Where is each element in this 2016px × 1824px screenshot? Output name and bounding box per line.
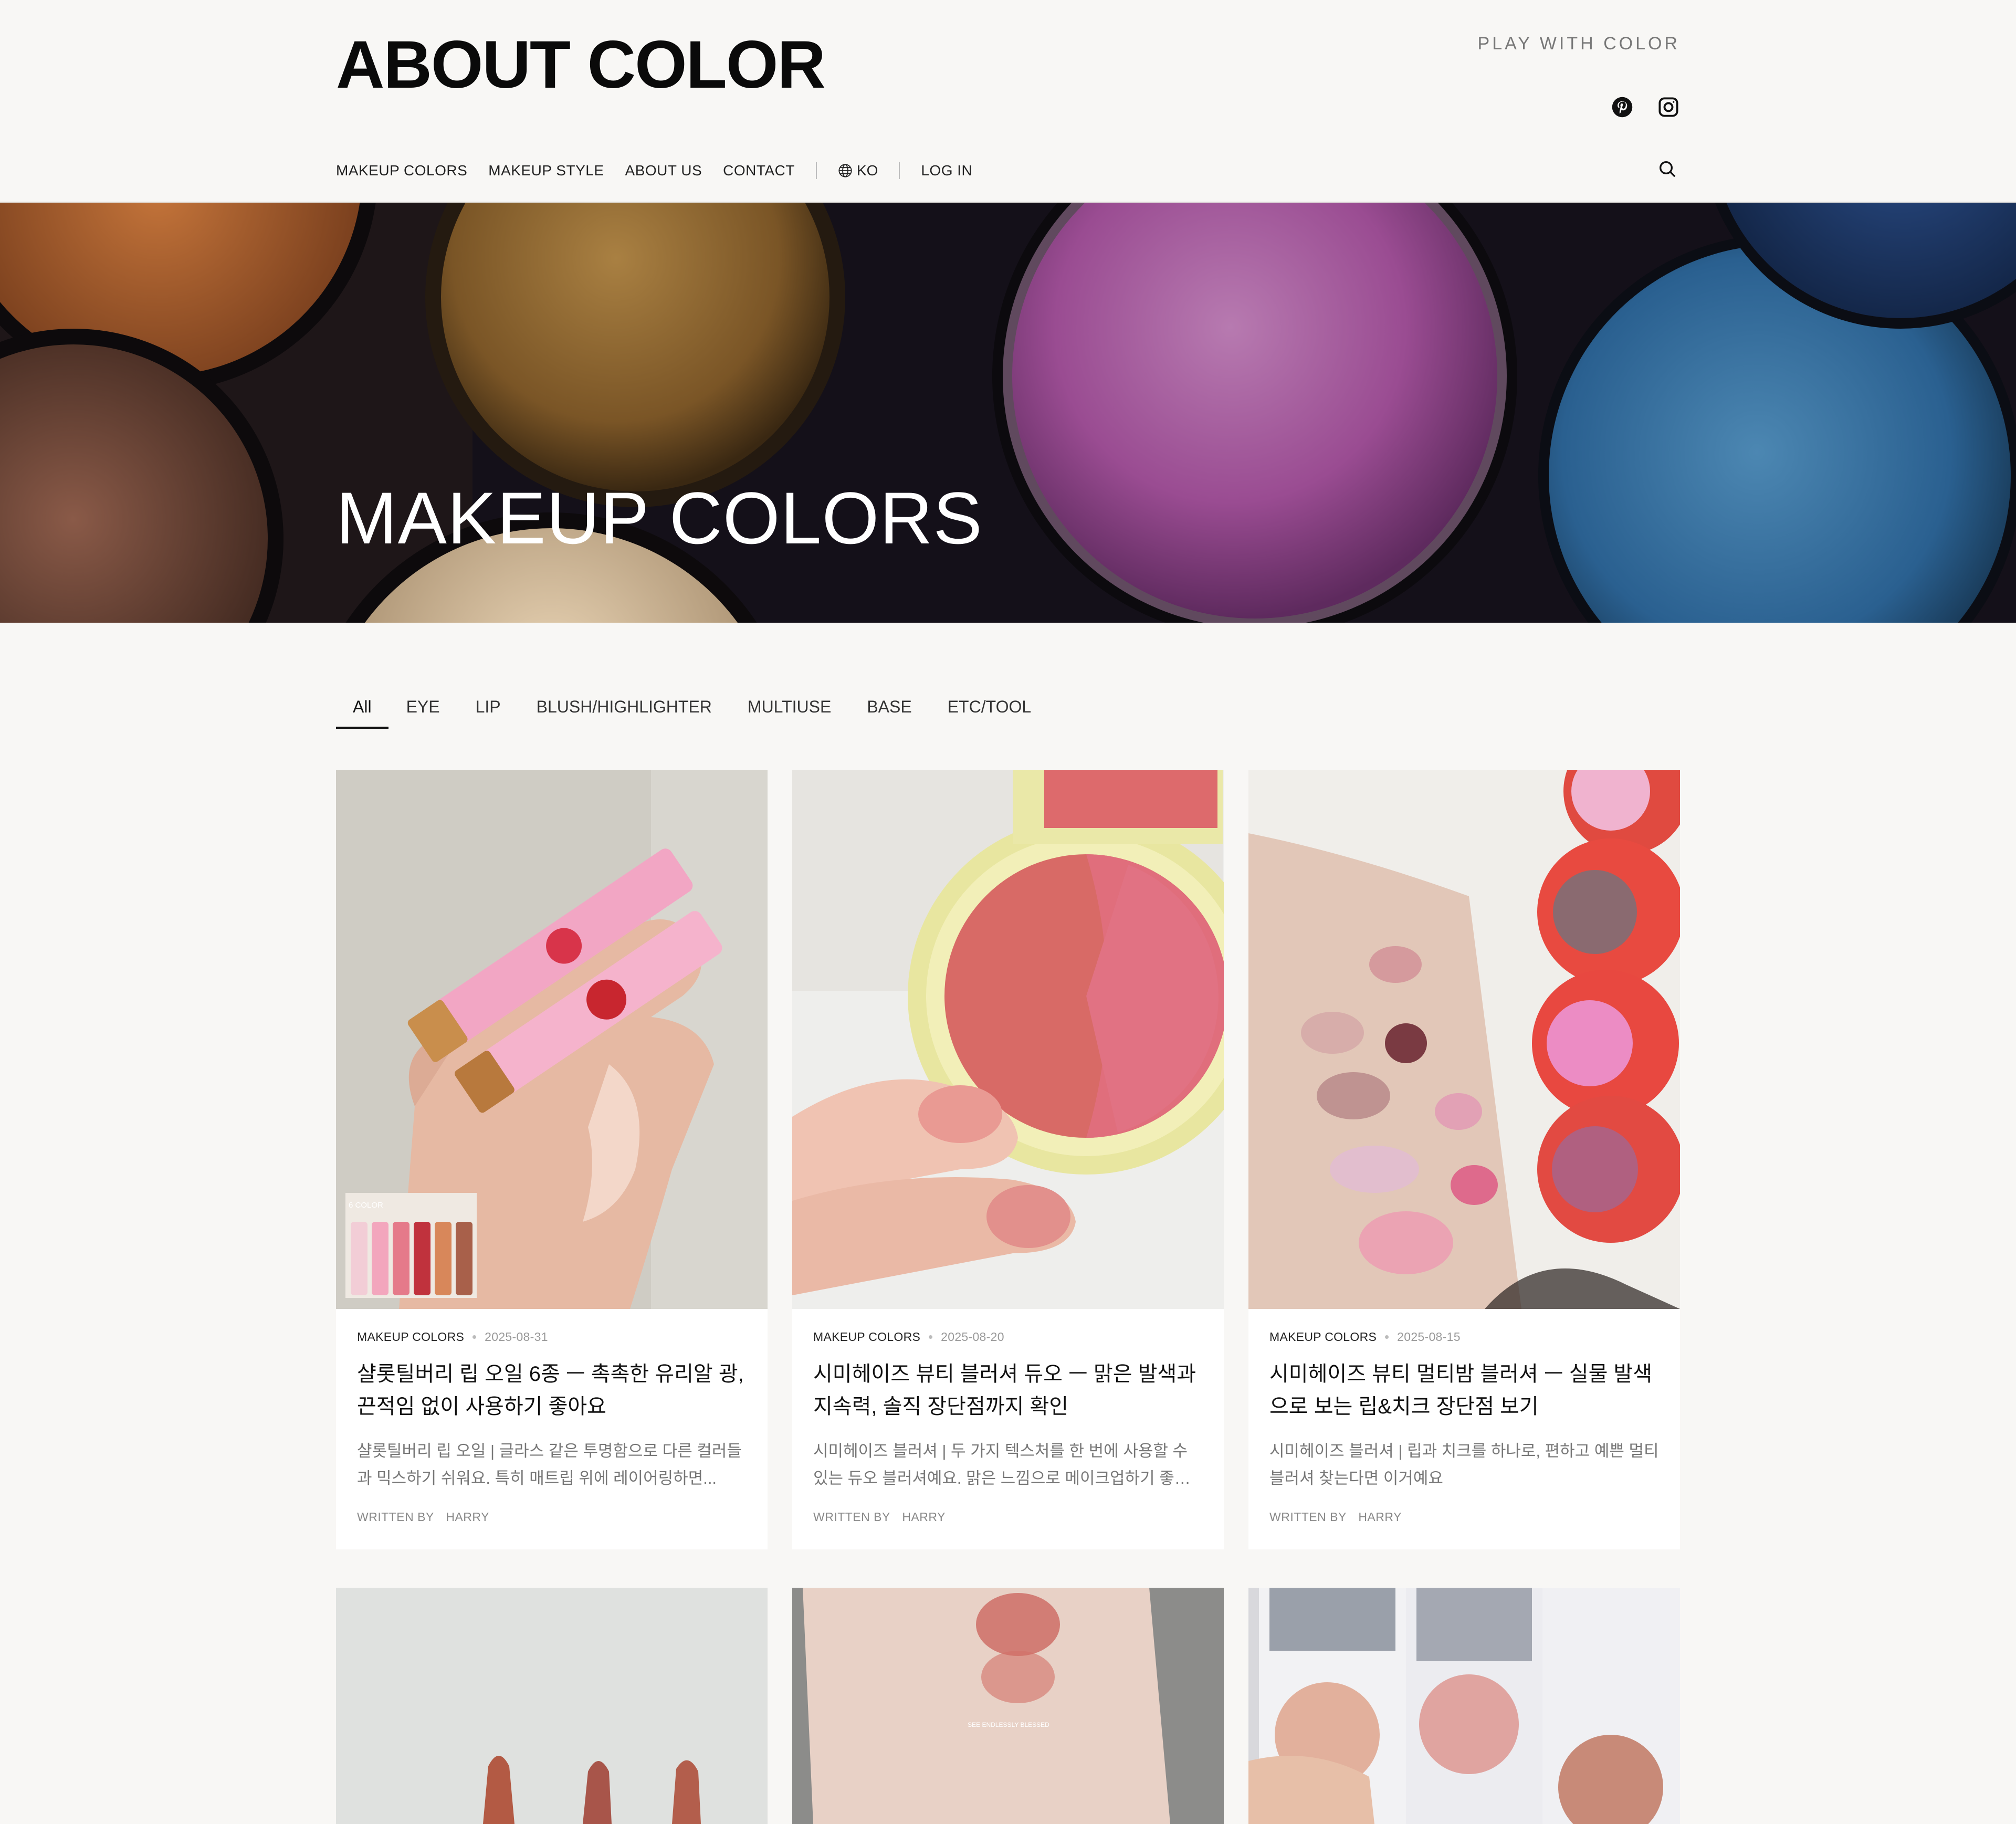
meta-separator — [1385, 1335, 1389, 1339]
post-excerpt: 샬롯틸버리 립 오일 | 글라스 같은 투명함으로 다른 컬러들과 믹스하기 쉬… — [357, 1442, 742, 1487]
post-title[interactable]: 샬롯틸버리 립 오일 6종 ㅡ 촉촉한 유리알 광, 끈적임 없이 사용하기 좋… — [357, 1358, 747, 1423]
post-excerpt: 시미헤이즈 블러셔 | 립과 치크를 하나로, 편하고 예쁜 멀티블러셔 찾는다… — [1269, 1442, 1659, 1487]
nav-divider — [899, 162, 900, 179]
post-author[interactable]: HARRY — [902, 1510, 946, 1524]
post-thumbnail[interactable] — [792, 770, 1224, 1309]
nav-item-contact[interactable]: CONTACT — [723, 162, 795, 179]
instagram-icon[interactable] — [1657, 96, 1680, 119]
post-byline: WRITTEN BY HARRY — [813, 1510, 1203, 1524]
meta-separator — [472, 1335, 477, 1339]
post-card[interactable]: MAKEUP COLORS 2025-08-15 시미헤이즈 뷰티 멀티밤 블러… — [1248, 770, 1680, 1549]
tab-eye[interactable]: EYE — [388, 692, 458, 727]
page-title: MAKEUP COLORS — [336, 477, 983, 559]
social-links — [1611, 96, 1680, 119]
nav-item-makeup-style[interactable]: MAKEUP STYLE — [488, 162, 604, 179]
post-thumbnail[interactable]: 6 COLOR — [336, 770, 768, 1309]
written-by-label: WRITTEN BY — [1269, 1510, 1347, 1524]
login-link[interactable]: LOG IN — [921, 162, 972, 179]
nav-divider — [815, 162, 817, 179]
post-date: 2025-08-31 — [485, 1330, 548, 1344]
search-icon[interactable] — [1657, 159, 1680, 182]
eyeshadow-palette-image — [0, 203, 2016, 623]
post-category[interactable]: MAKEUP COLORS — [813, 1330, 920, 1344]
post-title[interactable]: 시미헤이즈 뷰티 멀티밤 블러셔 ㅡ 실물 발색으로 보는 립&치크 장단점 보… — [1269, 1358, 1659, 1423]
tab-base[interactable]: BASE — [849, 692, 929, 727]
site-tagline: PLAY WITH COLOR — [1477, 34, 1680, 54]
post-thumbnail[interactable] — [1248, 770, 1680, 1309]
tab-etc-tool[interactable]: ETC/TOOL — [930, 692, 1049, 727]
language-label: KO — [856, 162, 878, 179]
tab-all[interactable]: All — [336, 692, 388, 729]
written-by-label: WRITTEN BY — [357, 1510, 434, 1524]
meta-separator — [929, 1335, 933, 1339]
post-category[interactable]: MAKEUP COLORS — [1269, 1330, 1377, 1344]
tab-multiuse[interactable]: MULTIUSE — [730, 692, 849, 727]
post-thumbnail[interactable] — [1248, 1588, 1680, 1824]
post-byline: WRITTEN BY HARRY — [1269, 1510, 1659, 1524]
language-switcher[interactable]: KO — [838, 162, 878, 179]
post-author[interactable]: HARRY — [1358, 1510, 1402, 1524]
post-author[interactable]: HARRY — [446, 1510, 489, 1524]
post-thumbnail[interactable] — [336, 1588, 768, 1824]
post-date: 2025-08-20 — [941, 1330, 1004, 1344]
pinterest-icon[interactable] — [1611, 96, 1634, 119]
tab-lip[interactable]: LIP — [458, 692, 519, 727]
post-excerpt: 시미헤이즈 블러셔 | 두 가지 텍스처를 한 번에 사용할 수 있는 듀오 블… — [813, 1442, 1190, 1487]
image-overlay-label: SEE ENDLESSLY BLESSED — [968, 1721, 1049, 1728]
post-card[interactable]: 6 COLOR MAKEUP COLORS 2025-08-31 샬롯틸버리 립… — [336, 770, 768, 1549]
globe-icon — [838, 164, 852, 177]
site-logo[interactable]: ABOUT COLOR — [336, 26, 826, 103]
post-thumbnail[interactable]: SEE ENDLESSLY BLESSED — [792, 1588, 1224, 1824]
category-tabs: All EYE LIP BLUSH/HIGHLIGHTER MULTIUSE B… — [336, 692, 1049, 729]
post-date: 2025-08-15 — [1397, 1330, 1461, 1344]
written-by-label: WRITTEN BY — [813, 1510, 890, 1524]
main-nav: MAKEUP COLORS MAKEUP STYLE ABOUT US CONT… — [336, 158, 993, 184]
post-category[interactable]: MAKEUP COLORS — [357, 1330, 464, 1344]
post-title[interactable]: 시미헤이즈 뷰티 블러셔 듀오 ㅡ 맑은 발색과 지속력, 솔직 장단점까지 확… — [813, 1358, 1203, 1423]
post-byline: WRITTEN BY HARRY — [357, 1510, 747, 1524]
tab-blush-highlighter[interactable]: BLUSH/HIGHLIGHTER — [519, 692, 730, 727]
post-card[interactable]: MAKEUP COLORS 2025-08-20 시미헤이즈 뷰티 블러셔 듀오… — [792, 770, 1224, 1549]
hero-banner: MAKEUP COLORS — [0, 203, 2016, 623]
nav-item-about-us[interactable]: ABOUT US — [625, 162, 702, 179]
nav-item-makeup-colors[interactable]: MAKEUP COLORS — [336, 162, 467, 179]
image-inset-label: 6 COLOR — [349, 1201, 383, 1210]
